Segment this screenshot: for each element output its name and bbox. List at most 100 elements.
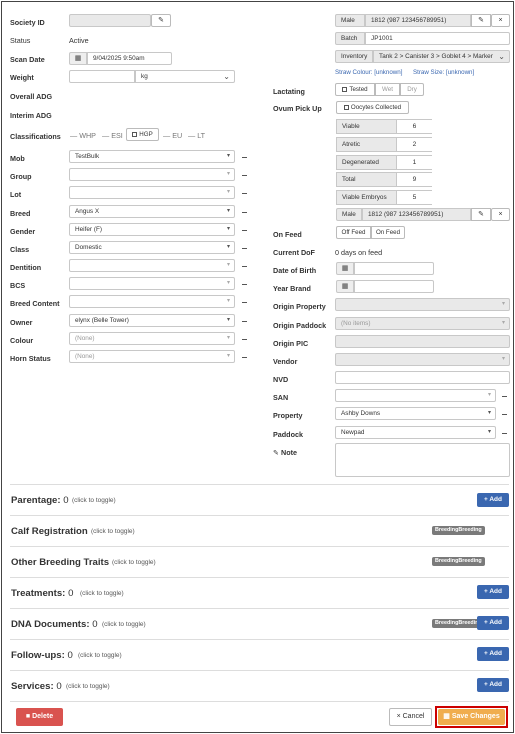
weight-unit-select[interactable]: kg ⌄: [135, 70, 235, 83]
origin-pic-input[interactable]: [335, 335, 510, 348]
edit-male-button[interactable]: ✎: [471, 14, 491, 27]
on-feed-button[interactable]: On Feed: [371, 226, 405, 239]
cancel-button[interactable]: × Cancel: [389, 708, 432, 726]
add-follow-up-button[interactable]: + Add: [477, 647, 509, 661]
date-of-birth-input[interactable]: [354, 262, 434, 275]
note-textarea[interactable]: [335, 443, 510, 477]
clear-bcs-button[interactable]: [242, 284, 247, 285]
services-section[interactable]: Services: 0 (click to toggle) + Add: [2, 671, 515, 701]
opu-degenerated-input[interactable]: 1: [396, 156, 432, 169]
classification-eu[interactable]: — EU: [163, 131, 182, 140]
mob-select[interactable]: TestBulk ▾: [69, 150, 235, 163]
year-brand-input[interactable]: [354, 280, 434, 293]
lactating-dry-toggle[interactable]: Dry: [400, 83, 424, 96]
follow-ups-section[interactable]: Follow-ups: 0 (click to toggle) + Add: [2, 640, 515, 670]
pencil-icon: ✎: [478, 17, 484, 24]
san-select[interactable]: ▾: [335, 389, 496, 402]
clear-group-button[interactable]: [242, 175, 247, 176]
clear-paddock-button[interactable]: [502, 433, 507, 434]
clear-lot-button[interactable]: [242, 193, 247, 194]
lactating-tested-toggle[interactable]: Tested: [335, 83, 375, 96]
classification-hgp[interactable]: HGP: [126, 128, 159, 141]
caret-down-icon: ▾: [226, 189, 230, 195]
calf-registration-section[interactable]: Calf Registration (click to toggle) Bree…: [2, 516, 515, 546]
remove-male-button[interactable]: ×: [491, 14, 510, 27]
clear-san-button[interactable]: [502, 396, 507, 397]
clear-horn-status-button[interactable]: [242, 357, 247, 358]
colour-label: Colour: [10, 336, 34, 345]
lot-label: Lot: [10, 190, 22, 199]
gender-label: Gender: [10, 227, 36, 236]
weight-input[interactable]: [69, 70, 135, 83]
clear-dentition-button[interactable]: [242, 266, 247, 267]
clear-breed-button[interactable]: [242, 212, 247, 213]
toggle-hint: (click to toggle): [80, 590, 124, 597]
opu-atretic-input[interactable]: 2: [396, 138, 432, 151]
group-select[interactable]: ▾: [69, 168, 235, 181]
vendor-select[interactable]: ▾: [335, 353, 510, 366]
add-service-button[interactable]: + Add: [477, 678, 509, 692]
clear-gender-button[interactable]: [242, 230, 247, 231]
clear-mob-button[interactable]: [242, 157, 247, 158]
add-treatment-button[interactable]: + Add: [477, 585, 509, 599]
save-changes-button[interactable]: ▦ Save Changes: [438, 709, 505, 725]
paddock-select[interactable]: Newpad ▾: [335, 426, 496, 439]
other-breeding-traits-section[interactable]: Other Breeding Traits (click to toggle) …: [2, 547, 515, 577]
inventory-select[interactable]: Tank 2 > Canister 3 > Goblet 4 > Marker ⌄: [373, 50, 510, 63]
calendar-icon[interactable]: ▦: [336, 262, 354, 275]
horn-status-select[interactable]: (None) ▾: [69, 350, 235, 363]
clear-colour-button[interactable]: [242, 339, 247, 340]
class-select[interactable]: Domestic ▾: [69, 241, 235, 254]
batch-label-addon: Batch: [335, 32, 365, 45]
straw-colour-link[interactable]: Straw Colour: [unknown]: [335, 69, 402, 76]
caret-down-icon: ▾: [226, 171, 230, 177]
society-id-input[interactable]: [69, 14, 151, 27]
off-feed-button[interactable]: Off Feed: [336, 226, 371, 239]
add-dna-document-button[interactable]: + Add: [477, 616, 509, 630]
on-feed-label: On Feed: [273, 230, 302, 239]
clear-property-button[interactable]: [502, 414, 507, 415]
edit-male2-button[interactable]: ✎: [471, 208, 491, 221]
pencil-icon: ✎: [158, 17, 164, 24]
clear-owner-button[interactable]: [242, 321, 247, 322]
classification-lt[interactable]: — LT: [188, 131, 205, 140]
caret-down-icon: ▾: [226, 262, 230, 268]
delete-button[interactable]: ■ Delete: [16, 708, 63, 726]
breed-content-select[interactable]: ▾: [69, 295, 235, 308]
calendar-icon[interactable]: ▦: [69, 52, 87, 65]
nvd-input[interactable]: [335, 371, 510, 384]
lot-select[interactable]: ▾: [69, 186, 235, 199]
property-label: Property: [273, 411, 303, 420]
dentition-label: Dentition: [10, 263, 42, 272]
property-select[interactable]: Ashby Downs ▾: [335, 407, 496, 420]
nvd-label: NVD: [273, 375, 289, 384]
scan-date-input[interactable]: 9/04/2025 9:50am: [87, 52, 172, 65]
opu-viable-input[interactable]: 6: [396, 120, 432, 133]
classification-whp[interactable]: — WHP: [70, 131, 96, 140]
straw-size-link[interactable]: Straw Size: [unknown]: [413, 69, 474, 76]
dna-documents-section[interactable]: DNA Documents: 0 (click to toggle) Breed…: [2, 609, 515, 639]
gender-select[interactable]: Heifer (F) ▾: [69, 223, 235, 236]
lactating-wet-toggle[interactable]: Wet: [375, 83, 400, 96]
batch-input[interactable]: JP1001: [365, 32, 510, 45]
classification-esi[interactable]: — ESI: [102, 131, 123, 140]
edit-society-id-button[interactable]: ✎: [151, 14, 171, 27]
breed-select[interactable]: Angus X ▾: [69, 205, 235, 218]
opu-viable-embryos-input[interactable]: 5: [396, 191, 432, 204]
remove-male2-button[interactable]: ×: [491, 208, 510, 221]
owner-select[interactable]: elynx (Belle Tower) ▾: [69, 314, 235, 327]
origin-paddock-select[interactable]: (No items) ▾: [335, 317, 510, 330]
clear-class-button[interactable]: [242, 248, 247, 249]
clear-breed-content-button[interactable]: [242, 302, 247, 303]
colour-select[interactable]: (None) ▾: [69, 332, 235, 345]
oocytes-collected-toggle[interactable]: Oocytes Collected: [336, 101, 409, 114]
calendar-icon[interactable]: ▦: [336, 280, 354, 293]
bcs-select[interactable]: ▾: [69, 277, 235, 290]
parentage-section[interactable]: Parentage: 0 (click to toggle) + Add: [2, 485, 515, 515]
caret-down-icon: ▾: [501, 320, 505, 326]
ovum-pick-up-label: Ovum Pick Up: [273, 104, 322, 113]
treatments-section[interactable]: Treatments: 0 (click to toggle) + Add: [2, 578, 515, 608]
add-parentage-button[interactable]: + Add: [477, 493, 509, 507]
dentition-select[interactable]: ▾: [69, 259, 235, 272]
origin-property-select[interactable]: ▾: [335, 298, 510, 311]
